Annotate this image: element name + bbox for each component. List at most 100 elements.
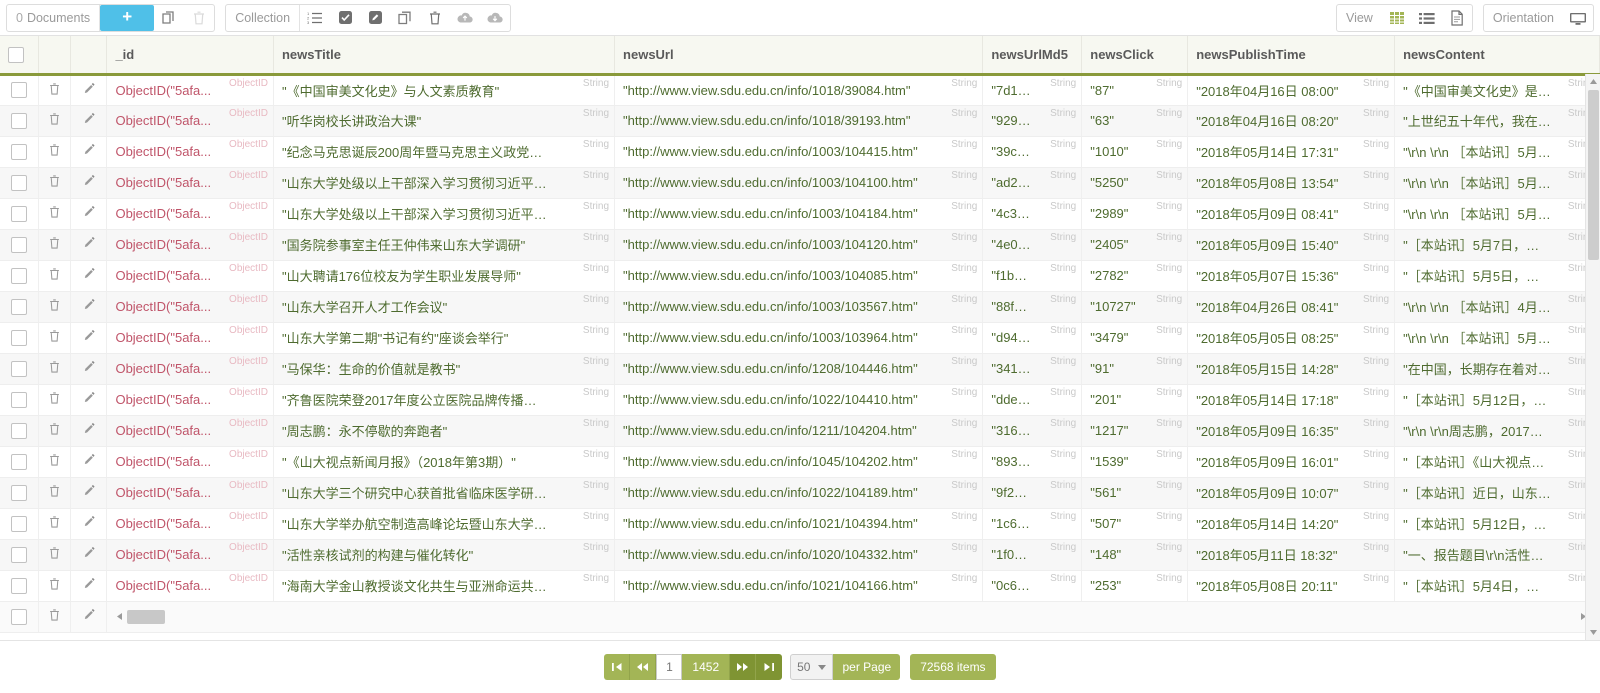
row-delete-cell[interactable] — [38, 508, 72, 540]
cell-newspublishtime[interactable]: "2018年05月14日 14:20" String — [1187, 508, 1396, 540]
row-delete-cell[interactable] — [38, 477, 72, 509]
row-select-cell[interactable] — [0, 508, 39, 540]
row-delete-cell[interactable] — [38, 198, 72, 230]
column-header-newsurl[interactable]: newsUrl — [614, 36, 984, 76]
trash-icon[interactable] — [47, 267, 62, 281]
cell-id[interactable]: ObjectID("5afa... ObjectID — [106, 136, 274, 168]
export-collection-button[interactable] — [480, 5, 510, 31]
column-header-newsclick[interactable]: newsClick — [1081, 36, 1189, 76]
row-select-cell[interactable] — [0, 446, 39, 478]
cell-newsurlmd5[interactable]: "893… String — [982, 446, 1083, 478]
cell-newsurlmd5[interactable]: "ad2… String — [982, 167, 1083, 199]
drop-collection-button[interactable] — [420, 5, 450, 31]
cell-newscontent[interactable]: "［本站讯］5月5日，山东大 String — [1394, 260, 1600, 292]
delete-documents-button[interactable] — [184, 5, 214, 31]
cell-newscontent[interactable]: "［本站讯］5月7日，国务院 String — [1394, 229, 1600, 261]
cell-id[interactable]: ObjectID("5afa... ObjectID — [106, 415, 274, 447]
row-select-cell[interactable] — [0, 291, 39, 323]
table-row[interactable]: ObjectID("5afa... ObjectID "《中国审美文化史》与人文素质… — [0, 74, 1600, 106]
row-edit-cell[interactable] — [70, 508, 108, 540]
copy-documents-button[interactable] — [154, 5, 184, 31]
pencil-icon[interactable] — [79, 143, 98, 157]
cell-newspublishtime[interactable]: "2018年05月09日 16:35" String — [1187, 415, 1396, 447]
cell-id[interactable]: ObjectID("5afa... ObjectID — [106, 105, 274, 137]
table-row[interactable]: ObjectID("5afa... ObjectID "齐鲁医院荣登2017年度公立… — [0, 384, 1600, 416]
cell-newsurlmd5[interactable]: "316… String — [982, 415, 1083, 447]
row-select-cell[interactable] — [0, 229, 39, 261]
row-select-cell[interactable] — [0, 384, 39, 416]
cell-newsurlmd5[interactable]: "341… String — [982, 353, 1083, 385]
cell-newstitle[interactable]: "听华岗校长讲政治大课" String — [273, 105, 616, 137]
cell-newscontent[interactable]: "［本站讯］近日，山东省科 String — [1394, 477, 1600, 509]
trash-icon[interactable] — [47, 453, 62, 467]
row-checkbox[interactable] — [10, 298, 27, 315]
table-row[interactable]: ObjectID("5afa... ObjectID "山东大学处级以上干部深入学习… — [0, 167, 1600, 199]
column-header-newscontent[interactable]: newsContent — [1394, 36, 1600, 76]
cell-newstitle[interactable]: "山东大学第二期"书记有约"座谈会举行" String — [273, 322, 616, 354]
cell-newsclick[interactable]: "148" String — [1081, 539, 1189, 571]
row-edit-cell[interactable] — [70, 384, 108, 416]
cell-newsurl[interactable]: "http://www.view.sdu.edu.cn/info/1003/10… — [614, 260, 984, 292]
cell-newsclick[interactable]: "2989" String — [1081, 198, 1189, 230]
cell-newstitle[interactable]: "山东大学处级以上干部深入学习贯彻习近平… String — [273, 167, 616, 199]
cell-id[interactable]: ObjectID("5afa... ObjectID — [106, 508, 274, 540]
cell-newspublishtime[interactable]: "2018年05月11日 18:32" String — [1187, 539, 1396, 571]
cell-id[interactable]: ObjectID("5afa... ObjectID — [106, 74, 274, 106]
cell-newsurl[interactable]: "http://www.view.sdu.edu.cn/info/1021/10… — [614, 570, 984, 602]
row-delete-cell[interactable] — [38, 322, 72, 354]
row-select-cell[interactable] — [0, 477, 39, 509]
column-header-id[interactable]: _id — [106, 36, 274, 76]
table-row[interactable]: ObjectID("5afa... ObjectID "活性亲核试剂的构建与催化转化… — [0, 539, 1600, 571]
cell-id[interactable]: ObjectID("5afa... ObjectID — [106, 291, 274, 323]
row-edit-cell[interactable] — [70, 291, 108, 323]
row-select-cell[interactable] — [0, 105, 39, 137]
row-edit-cell[interactable] — [70, 105, 108, 137]
row-select-cell[interactable] — [0, 198, 39, 230]
cell-newsclick[interactable]: "1539" String — [1081, 446, 1189, 478]
scroll-left-arrow[interactable] — [113, 610, 125, 624]
row-checkbox[interactable] — [10, 546, 27, 563]
select-all-button[interactable] — [330, 5, 360, 31]
pencil-icon[interactable] — [79, 360, 98, 374]
trash-icon[interactable] — [47, 205, 62, 219]
view-list-button[interactable] — [1412, 5, 1442, 31]
row-select-cell[interactable] — [0, 136, 39, 168]
cell-newspublishtime[interactable]: "2018年05月09日 10:07" String — [1187, 477, 1396, 509]
previous-page-button[interactable] — [630, 654, 657, 680]
page-number-input[interactable] — [656, 654, 683, 680]
row-edit-cell[interactable] — [70, 136, 108, 168]
last-page-button[interactable] — [756, 654, 783, 680]
first-page-button[interactable] — [604, 654, 631, 680]
row-delete-cell[interactable] — [38, 601, 72, 633]
row-delete-cell[interactable] — [38, 291, 72, 323]
cell-id[interactable]: ObjectID("5afa... ObjectID — [106, 384, 274, 416]
row-edit-cell[interactable] — [70, 167, 108, 199]
pencil-icon[interactable] — [79, 298, 98, 312]
cell-newspublishtime[interactable]: "2018年05月14日 17:18" String — [1187, 384, 1396, 416]
cell-newsurlmd5[interactable]: "9f21… String — [982, 477, 1083, 509]
cell-newsurl[interactable]: "http://www.view.sdu.edu.cn/info/1003/10… — [614, 136, 984, 168]
cell-newsurl[interactable]: "http://www.view.sdu.edu.cn/info/1003/10… — [614, 322, 984, 354]
row-select-cell[interactable] — [0, 167, 39, 199]
cell-newsurlmd5[interactable]: "929… String — [982, 105, 1083, 137]
view-grid-button[interactable] — [1382, 5, 1412, 31]
cell-newsclick[interactable]: "561" String — [1081, 477, 1189, 509]
cell-id[interactable]: ObjectID("5afa... ObjectID — [106, 260, 274, 292]
cell-id[interactable]: ObjectID("5afa... ObjectID — [106, 353, 274, 385]
cell-newsurlmd5[interactable]: "f1bb… String — [982, 260, 1083, 292]
trash-icon[interactable] — [47, 422, 62, 436]
trash-icon[interactable] — [47, 484, 62, 498]
trash-icon[interactable] — [47, 112, 62, 126]
cell-newsurlmd5[interactable]: "4c3… String — [982, 198, 1083, 230]
row-edit-cell[interactable] — [70, 601, 108, 633]
cell-newsurl[interactable]: "http://www.view.sdu.edu.cn/info/1003/10… — [614, 167, 984, 199]
cell-newsclick[interactable]: "1010" String — [1081, 136, 1189, 168]
row-delete-cell[interactable] — [38, 384, 72, 416]
cell-newstitle[interactable]: "海南大学金山教授谈文化共生与亚洲命运共… String — [273, 570, 616, 602]
row-checkbox[interactable] — [10, 143, 27, 160]
row-edit-cell[interactable] — [70, 415, 108, 447]
trash-icon[interactable] — [47, 391, 62, 405]
cell-newstitle[interactable]: "纪念马克思诞辰200周年暨马克思主义政党… String — [273, 136, 616, 168]
row-edit-cell[interactable] — [70, 477, 108, 509]
row-delete-cell[interactable] — [38, 105, 72, 137]
